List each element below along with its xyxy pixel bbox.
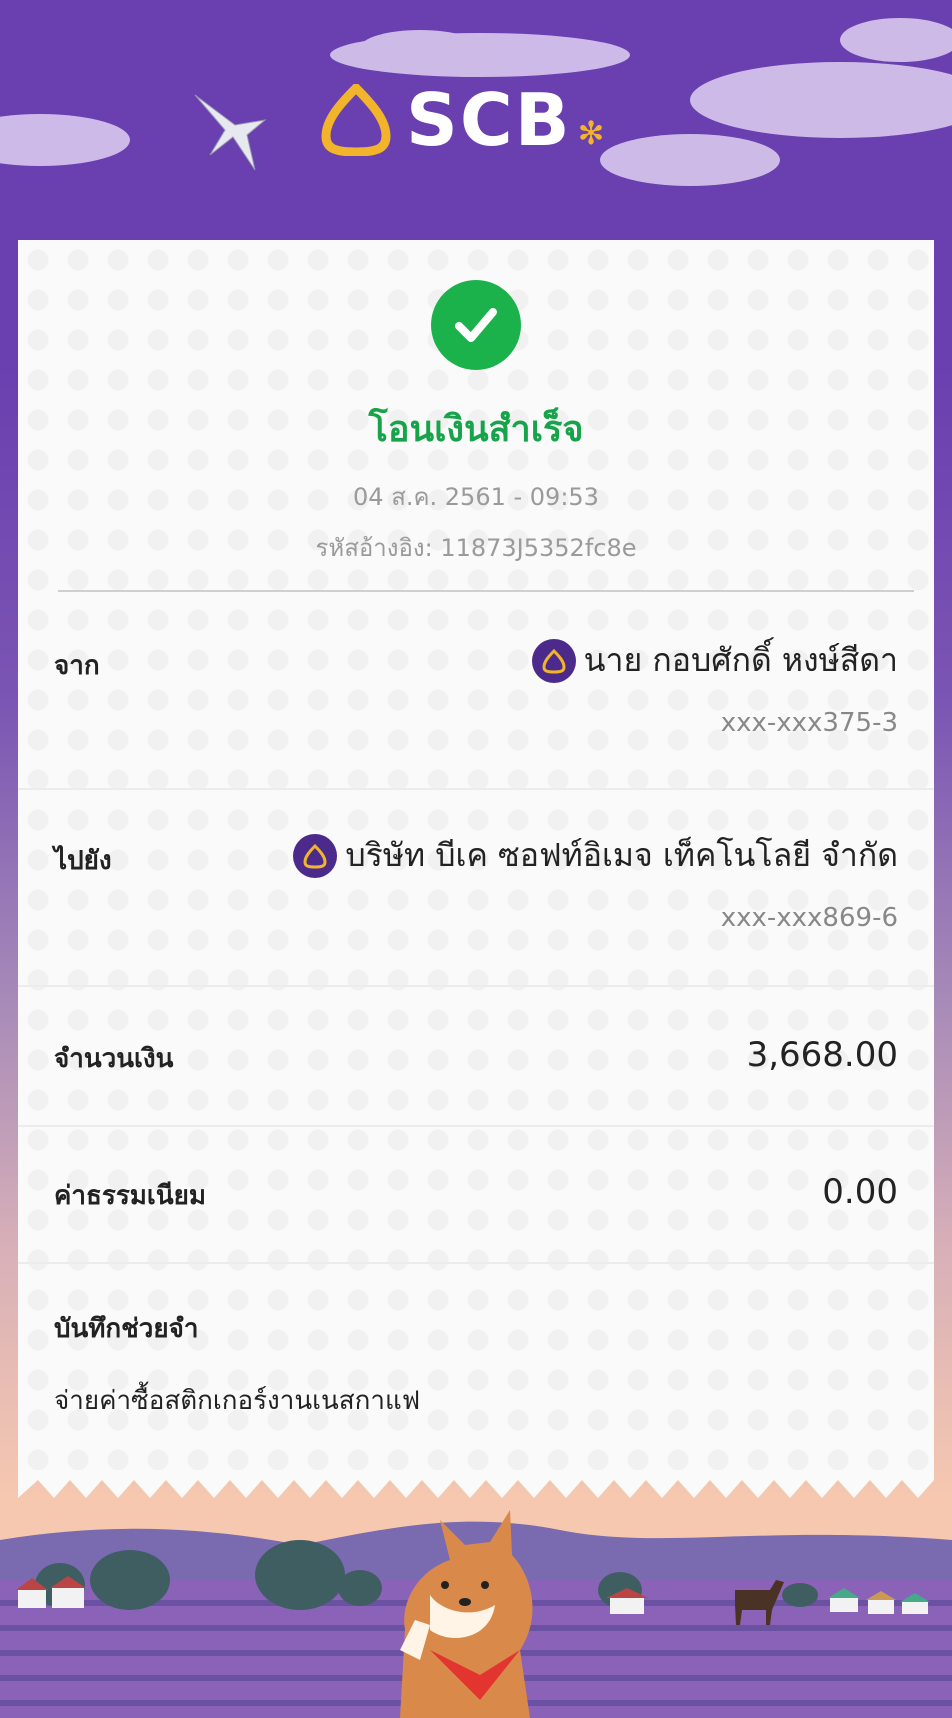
sparkle-icon: ✻ — [577, 114, 605, 152]
receipt-card: โอนเงินสำเร็จ 04 ส.ค. 2561 - 09:53 รหัสอ… — [18, 240, 934, 1480]
amount-value: 3,668.00 — [746, 1035, 898, 1075]
memo-text: จ่ายค่าซื้อสติกเกอร์งานเนสกาแฟ — [54, 1386, 421, 1416]
from-label: จาก — [54, 651, 100, 681]
to-name: บริษัท บีเค ซอฟท์อิเมจ เท็คโนโลยี จำกัด — [345, 836, 898, 874]
reference-code: รหัสอ้างอิง: 11873J5352fc8e — [315, 534, 637, 562]
memo-label: บันทึกช่วยจำ — [54, 1314, 199, 1344]
scb-badge-icon — [531, 638, 576, 683]
scb-logo-icon — [321, 84, 391, 156]
receipt-zigzag-edge — [18, 1470, 934, 1498]
header: SCB ✻ — [0, 0, 952, 240]
from-name: นาย กอบศักดิ์ หงษ์สีดา — [583, 641, 898, 679]
transaction-datetime: 04 ส.ค. 2561 - 09:53 — [353, 483, 599, 511]
separator — [18, 985, 934, 987]
scb-logo: SCB ✻ — [320, 78, 605, 162]
to-label: ไปยัง — [54, 846, 112, 876]
landscape-illustration — [0, 1510, 952, 1718]
to-name-row: บริษัท บีเค ซอฟท์อิเมจ เท็คโนโลยี จำกัด — [293, 830, 898, 881]
scb-badge-icon — [293, 833, 338, 878]
brand-name: SCB — [406, 78, 572, 162]
check-icon — [431, 280, 521, 370]
from-name-row: นาย กอบศักดิ์ หงษ์สีดา — [531, 635, 898, 686]
divider — [58, 590, 914, 592]
fee-value: 0.00 — [822, 1172, 898, 1212]
separator — [18, 788, 934, 790]
from-account: xxx-xxx375-3 — [720, 708, 898, 738]
status-title: โอนเงินสำเร็จ — [368, 409, 584, 450]
amount-label: จำนวนเงิน — [54, 1044, 174, 1074]
separator — [18, 1125, 934, 1127]
fee-label: ค่าธรรมเนียม — [54, 1181, 206, 1211]
separator — [18, 1262, 934, 1264]
bird-icon — [194, 94, 267, 171]
to-account: xxx-xxx869-6 — [720, 903, 898, 933]
